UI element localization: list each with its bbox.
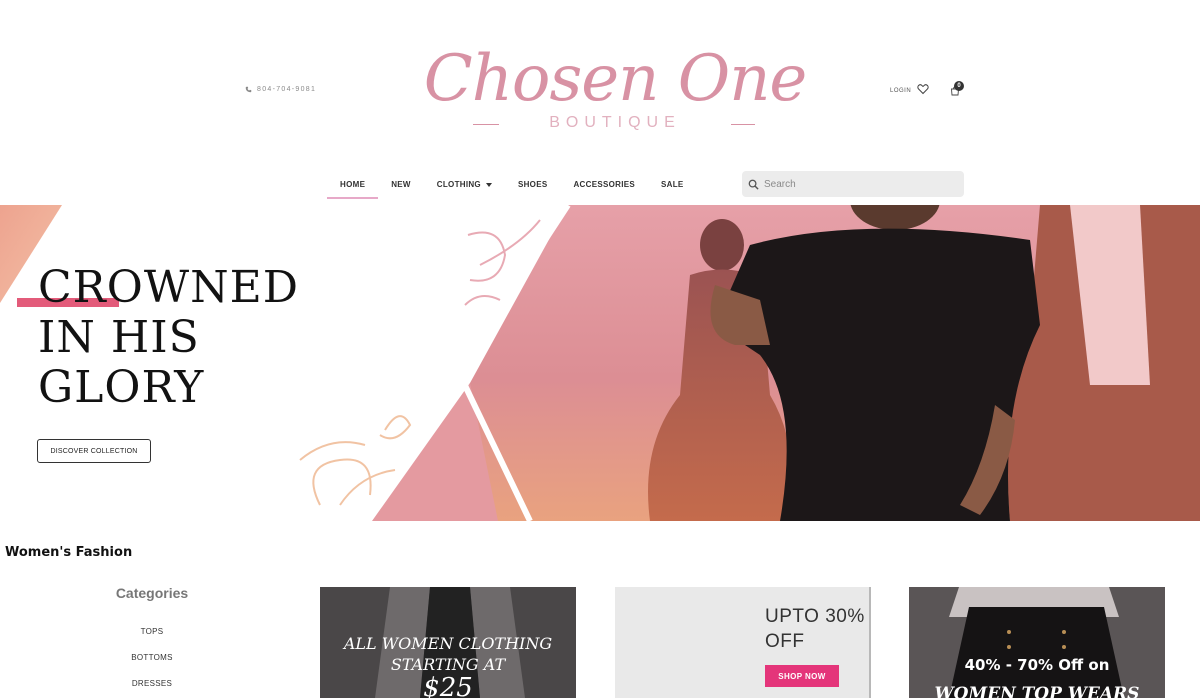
promo-sale-line-2: OFF — [765, 631, 805, 652]
promo-tops-image — [909, 587, 1165, 698]
promo-sale-line-1: UPTO 30% — [765, 606, 865, 627]
hero-title-line-2: IN HIS — [38, 312, 200, 363]
heart-icon[interactable] — [917, 83, 929, 95]
nav-home[interactable]: HOME — [327, 174, 379, 199]
shop-now-button[interactable]: SHOP NOW — [765, 665, 839, 687]
logo-sub-text: BOUTIQUE — [549, 114, 681, 131]
cart-count-badge: 0 — [954, 81, 964, 91]
caret-down-icon — [485, 183, 492, 187]
search-input[interactable] — [764, 178, 954, 190]
category-dresses[interactable]: DRESSES — [52, 679, 252, 688]
main-nav: HOME NEW CLOTHING SHOES ACCESSORIES SALE — [327, 174, 697, 200]
promo-card-sale[interactable]: UPTO 30% OFF SHOP NOW — [615, 587, 871, 698]
promo-card-tops[interactable]: 40% - 70% Off on WOMEN TOP WEARS — [909, 587, 1165, 698]
hero-title-line-3: GLORY — [38, 362, 205, 413]
category-bottoms[interactable]: BOTTOMS — [52, 653, 252, 662]
nav-sale[interactable]: SALE — [648, 174, 697, 199]
nav-accessories-label: ACCESSORIES — [573, 180, 636, 189]
category-tops[interactable]: TOPS — [52, 627, 252, 636]
brand-logo[interactable]: Chosen One BOUTIQUE — [405, 22, 825, 137]
promo-clothing-line-1: ALL WOMEN CLOTHING — [343, 634, 553, 653]
discover-collection-button[interactable]: DISCOVER COLLECTION — [37, 439, 151, 463]
nav-shoes[interactable]: SHOES — [505, 174, 561, 199]
phone-number-text: 804-704-9081 — [257, 86, 317, 93]
nav-new[interactable]: NEW — [378, 174, 424, 199]
nav-sale-label: SALE — [661, 180, 684, 189]
search-box[interactable] — [742, 171, 964, 197]
site-header: 804-704-9081 Chosen One BOUTIQUE LOGIN 0… — [0, 0, 1200, 205]
nav-clothing-label: CLOTHING — [436, 180, 481, 189]
hero-title: CROWNED IN HIS GLORY — [38, 263, 299, 413]
promo-tops-line-2: WOMEN TOP WEARS — [934, 684, 1140, 698]
hero-title-line-1: CROWNED — [38, 262, 299, 313]
hero-banner: CROWNED IN HIS GLORY DISCOVER COLLECTION — [0, 205, 1200, 521]
login-link[interactable]: LOGIN — [890, 88, 911, 94]
promo-card-clothing[interactable]: ALL WOMEN CLOTHING STARTING AT $25 — [320, 587, 576, 698]
phone-number[interactable]: 804-704-9081 — [245, 86, 316, 93]
nav-home-label: HOME — [340, 180, 366, 189]
nav-accessories[interactable]: ACCESSORIES — [560, 174, 648, 199]
phone-icon — [245, 86, 252, 93]
promo-clothing-line-2: STARTING AT — [390, 655, 506, 674]
nav-clothing[interactable]: CLOTHING — [424, 174, 505, 199]
nav-shoes-label: SHOES — [517, 180, 548, 189]
promo-clothing-line-3: $25 — [423, 673, 473, 698]
categories-heading: Categories — [115, 585, 189, 601]
promo-tops-line-1: 40% - 70% Off on — [964, 656, 1110, 674]
search-icon[interactable] — [748, 179, 759, 190]
nav-new-label: NEW — [391, 180, 411, 189]
section-title: Women's Fashion — [5, 545, 133, 560]
